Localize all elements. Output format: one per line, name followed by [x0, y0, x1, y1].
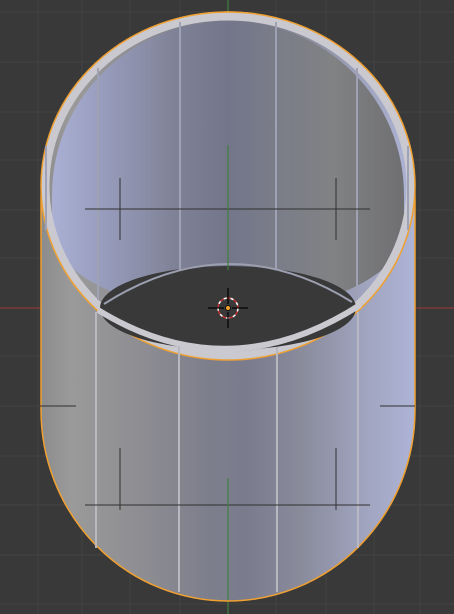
3d-viewport[interactable]: [0, 0, 454, 614]
viewport-canvas[interactable]: [0, 0, 454, 614]
object-origin-dot: [225, 305, 231, 311]
